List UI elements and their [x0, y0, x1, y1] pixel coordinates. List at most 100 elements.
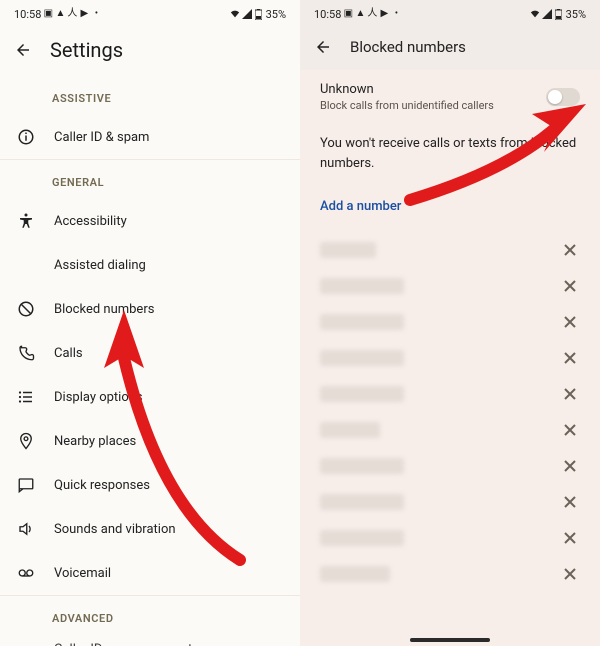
nav-pill[interactable] [410, 638, 490, 642]
blurred-number [320, 566, 390, 582]
blurred-number [320, 386, 404, 402]
blocked-number-row [300, 412, 600, 448]
blank-icon [16, 639, 36, 646]
remove-number-button[interactable] [560, 240, 580, 260]
section-advanced: ADVANCED [0, 596, 300, 635]
blurred-number [320, 242, 376, 258]
row-label: Quick responses [54, 478, 280, 493]
row-voicemail[interactable]: Voicemail [0, 551, 300, 595]
blocked-number-row [300, 448, 600, 484]
blocked-number-row [300, 340, 600, 376]
blocked-number-row [300, 484, 600, 520]
notif-icon: ▶ [79, 9, 89, 19]
page-title: Settings [50, 38, 123, 62]
row-assisted-dialing[interactable]: Assisted dialing [0, 243, 300, 287]
blocked-number-row [300, 520, 600, 556]
back-arrow-icon[interactable] [314, 38, 332, 56]
blocked-number-row [300, 232, 600, 268]
row-label: Display options [54, 390, 280, 405]
row-calls[interactable]: Calls [0, 331, 300, 375]
blurred-number [320, 494, 404, 510]
page-title: Blocked numbers [350, 38, 466, 56]
phone-screen-blocked-numbers: 10:58 ▣ ▲ 人 ▶ • 35% Blocked numbers Unkn… [300, 0, 600, 646]
unknown-title: Unknown [320, 82, 546, 97]
remove-number-button[interactable] [560, 564, 580, 584]
info-icon [16, 127, 36, 147]
add-number-button[interactable]: Add a number [300, 191, 600, 232]
blurred-number [320, 314, 404, 330]
remove-number-button[interactable] [560, 456, 580, 476]
battery-pct: 35% [266, 8, 286, 21]
section-general: GENERAL [0, 160, 300, 199]
blocked-number-row [300, 556, 600, 592]
blocked-header: Blocked numbers [300, 28, 600, 70]
blurred-number [320, 278, 404, 294]
notif-icon: ▶ [379, 9, 389, 19]
row-label: Caller ID announcement [54, 642, 280, 646]
wifi-icon [530, 9, 540, 19]
unknown-subtitle: Block calls from unidentified callers [320, 99, 546, 112]
blurred-number [320, 422, 380, 438]
status-bar: 10:58 ▣ ▲ 人 ▶ • 35% [300, 0, 600, 28]
row-label: Calls [54, 346, 280, 361]
remove-number-button[interactable] [560, 420, 580, 440]
remove-number-button[interactable] [560, 312, 580, 332]
row-label: Nearby places [54, 434, 280, 449]
voicemail-icon [16, 563, 36, 583]
row-quick-responses[interactable]: Quick responses [0, 463, 300, 507]
wifi-icon [230, 9, 240, 19]
block-icon [16, 299, 36, 319]
chat-icon [16, 475, 36, 495]
notif-icon: ▲ [55, 9, 65, 19]
notif-icon: ▲ [355, 9, 365, 19]
notif-more-icon: • [91, 9, 101, 19]
blurred-number [320, 350, 404, 366]
remove-number-button[interactable] [560, 384, 580, 404]
row-blocked-numbers[interactable]: Blocked numbers [0, 287, 300, 331]
back-arrow-icon[interactable] [14, 41, 32, 59]
row-caller-id-announcement[interactable]: Caller ID announcement [0, 635, 300, 646]
remove-number-button[interactable] [560, 348, 580, 368]
remove-number-button[interactable] [560, 528, 580, 548]
notif-icon: ▣ [43, 9, 53, 19]
battery-icon [554, 9, 564, 19]
status-bar: 10:58 ▣ ▲ 人 ▶ • 35% [0, 0, 300, 28]
row-caller-id-spam[interactable]: Caller ID & spam [0, 115, 300, 159]
battery-icon [254, 9, 264, 19]
signal-icon [542, 9, 552, 19]
blocked-number-row [300, 376, 600, 412]
phone-icon [16, 343, 36, 363]
blocked-number-row [300, 304, 600, 340]
blurred-number [320, 458, 404, 474]
status-time: 10:58 [314, 8, 341, 21]
remove-number-button[interactable] [560, 492, 580, 512]
section-assistive: ASSISTIVE [0, 76, 300, 115]
row-label: Caller ID & spam [54, 130, 280, 145]
row-nearby-places[interactable]: Nearby places [0, 419, 300, 463]
notif-icon: 人 [67, 9, 77, 19]
remove-number-button[interactable] [560, 276, 580, 296]
status-time: 10:58 [14, 8, 41, 21]
blocked-number-row [300, 268, 600, 304]
sound-icon [16, 519, 36, 539]
settings-header: Settings [0, 28, 300, 76]
row-label: Sounds and vibration [54, 522, 280, 537]
info-text: You won't receive calls or texts from bl… [300, 122, 600, 191]
row-label: Blocked numbers [54, 302, 280, 317]
row-label: Voicemail [54, 566, 280, 581]
location-icon [16, 431, 36, 451]
phone-screen-settings: 10:58 ▣ ▲ 人 ▶ • 35% Settings ASSISTIVE C… [0, 0, 300, 646]
list-icon [16, 387, 36, 407]
notif-icon: 人 [367, 9, 377, 19]
unknown-toggle-switch[interactable] [546, 88, 580, 106]
row-display-options[interactable]: Display options [0, 375, 300, 419]
blank-icon [16, 255, 36, 275]
signal-icon [242, 9, 252, 19]
notif-more-icon: • [391, 9, 401, 19]
unknown-toggle-row[interactable]: Unknown Block calls from unidentified ca… [300, 70, 600, 122]
notif-icon: ▣ [343, 9, 353, 19]
row-sounds-vibration[interactable]: Sounds and vibration [0, 507, 300, 551]
row-label: Accessibility [54, 214, 280, 229]
row-accessibility[interactable]: Accessibility [0, 199, 300, 243]
row-label: Assisted dialing [54, 258, 280, 273]
